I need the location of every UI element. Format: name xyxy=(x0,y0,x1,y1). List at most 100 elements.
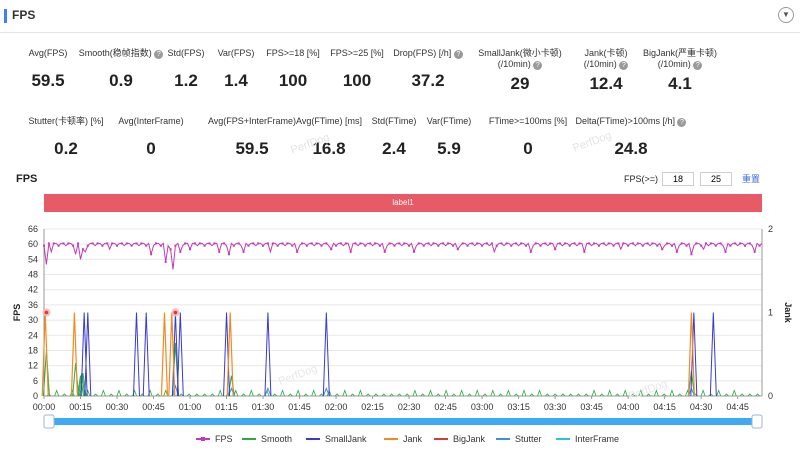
y-tick-label: 18 xyxy=(28,345,38,355)
zoom-slider-range[interactable] xyxy=(46,418,760,425)
bigjank-point-core xyxy=(173,310,178,315)
fps-point xyxy=(281,242,284,245)
fps-point xyxy=(300,242,303,245)
y-axis-label: FPS xyxy=(12,304,22,322)
legend-item-interframe[interactable]: InterFrame xyxy=(575,434,619,444)
fps-point xyxy=(213,242,216,245)
jank-point xyxy=(160,312,169,397)
fps-point xyxy=(276,244,279,247)
fps-point xyxy=(193,242,196,245)
fps-point xyxy=(622,242,625,245)
fps-point xyxy=(354,242,357,245)
legend-item-smalljank[interactable]: SmallJank xyxy=(325,434,367,444)
fps-line xyxy=(43,242,763,270)
legend-item-fps[interactable]: FPS xyxy=(215,434,233,444)
fps-point xyxy=(758,244,761,247)
y-tick-label: 24 xyxy=(28,330,38,340)
fps-point xyxy=(62,242,65,245)
fps-point xyxy=(208,242,211,245)
fps-point xyxy=(729,244,732,247)
smooth-point xyxy=(506,389,511,397)
smooth-point xyxy=(342,389,348,397)
smooth-point xyxy=(248,389,254,397)
fps-point xyxy=(485,242,488,245)
fps-point xyxy=(685,244,688,247)
zoom-slider-handle-left[interactable] xyxy=(43,414,55,429)
fps-point xyxy=(223,242,226,245)
fps-point xyxy=(481,244,484,247)
fps-point xyxy=(505,242,508,245)
fps-point xyxy=(77,242,80,245)
smooth-point xyxy=(280,389,285,397)
fps-point xyxy=(558,242,561,245)
x-tick-label: 01:30 xyxy=(252,402,275,412)
fps-point xyxy=(719,242,722,245)
legend-item-bigjank[interactable]: BigJank xyxy=(453,434,486,444)
fps-point xyxy=(179,250,182,253)
fps-point xyxy=(554,248,557,251)
x-tick-label: 00:00 xyxy=(33,402,56,412)
fps-point xyxy=(583,250,586,253)
x-tick-label: 02:30 xyxy=(398,402,421,412)
fps-point xyxy=(544,242,547,245)
y-tick-label: 12 xyxy=(28,361,38,371)
fps-chart[interactable]: 0612182430364248546066012FPS Jank00:00 00:… xyxy=(0,0,800,451)
smooth-point xyxy=(101,389,106,397)
fps-point xyxy=(145,244,148,247)
jank-point xyxy=(41,312,49,397)
fps-point xyxy=(651,242,654,245)
x-tick-label: 03:00 xyxy=(471,402,494,412)
fps-point xyxy=(734,242,737,245)
fps-point xyxy=(101,244,104,247)
smooth-point xyxy=(669,389,675,397)
y-tick-label: 54 xyxy=(28,254,38,264)
x-tick-label: 04:30 xyxy=(690,402,713,412)
fps-point xyxy=(500,242,503,245)
fps-point xyxy=(636,242,639,245)
fps-point xyxy=(417,242,420,245)
fps-point xyxy=(632,242,635,245)
fps-point xyxy=(291,244,294,247)
y2-axis-label: Jank xyxy=(783,302,793,324)
x-tick-label: 01:15 xyxy=(215,402,238,412)
zoom-slider-handle-right[interactable] xyxy=(751,414,763,429)
fps-point xyxy=(568,244,571,247)
x-tick-label: 03:15 xyxy=(507,402,530,412)
legend-item-jank[interactable]: Jank xyxy=(403,434,423,444)
fps-point xyxy=(154,242,157,245)
fps-point xyxy=(466,244,469,247)
fps-point xyxy=(232,244,235,247)
fps-point xyxy=(81,248,84,251)
fps-point xyxy=(169,248,172,251)
fps-point xyxy=(476,242,479,245)
x-tick-label: 02:15 xyxy=(361,402,384,412)
fps-point xyxy=(150,253,153,256)
fps-point xyxy=(344,242,347,245)
fps-point xyxy=(753,250,756,253)
smalljank-point xyxy=(142,312,150,397)
fps-point xyxy=(724,250,727,253)
fps-point xyxy=(680,242,683,245)
fps-point xyxy=(510,244,513,247)
fps-point xyxy=(374,242,377,245)
smooth-point xyxy=(731,389,737,397)
smalljank-point xyxy=(132,312,140,397)
legend-item-smooth[interactable]: Smooth xyxy=(261,434,292,444)
x-tick-label: 03:30 xyxy=(544,402,567,412)
legend-item-stutter[interactable]: Stutter xyxy=(515,434,542,444)
fps-point xyxy=(184,242,187,245)
fps-point xyxy=(203,244,206,247)
fps-point xyxy=(495,244,498,247)
fps-point xyxy=(67,242,70,245)
y-tick-label: 0 xyxy=(33,391,38,401)
y2-tick-label: 0 xyxy=(768,391,773,401)
fps-point xyxy=(120,242,123,245)
y-tick-label: 66 xyxy=(28,224,38,234)
bigjank-point-core xyxy=(44,310,49,315)
smooth-point xyxy=(474,389,480,397)
fps-point xyxy=(670,244,673,247)
jank-point xyxy=(70,312,79,397)
fps-point xyxy=(661,248,664,251)
fps-point xyxy=(218,250,221,253)
fps-point xyxy=(266,242,269,245)
